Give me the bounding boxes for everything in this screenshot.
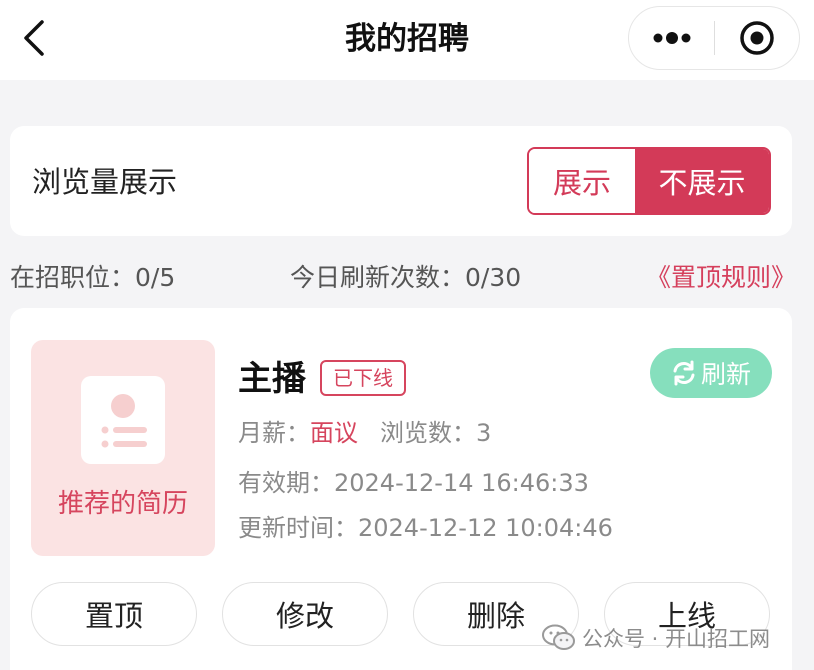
job-card: 推荐的简历 主播 已下线 刷新 月薪：面议 浏览数：3 有效期：2024-12-1…: [10, 308, 792, 670]
resume-card-icon: [81, 376, 165, 464]
status-badge: 已下线: [320, 360, 406, 396]
watermark: 公众号 · 开山招工网: [542, 618, 770, 658]
more-button[interactable]: [629, 6, 714, 70]
hide-option[interactable]: 不展示: [635, 149, 769, 213]
views-setting-card: 浏览量展示 展示 不展示: [10, 126, 792, 236]
views-count-label: 浏览数：: [380, 419, 476, 447]
stats-row: 在招职位：0/5 今日刷新次数：0/30 《置顶规则》: [0, 258, 814, 298]
views-setting-label: 浏览量展示: [32, 165, 178, 199]
updated-value: 2024-12-12 10:04:46: [358, 514, 613, 542]
valid-value: 2024-12-14 16:46:33: [334, 469, 589, 497]
valid-period-row: 有效期：2024-12-14 16:46:33: [238, 466, 589, 500]
mini-program-capsule: [628, 6, 800, 70]
pin-button[interactable]: 置顶: [31, 582, 197, 646]
salary-row: 月薪：面议 浏览数：3: [238, 416, 491, 450]
updated-label: 更新时间：: [238, 514, 358, 542]
salary-value: 面议: [310, 419, 358, 447]
salary-label: 月薪：: [238, 419, 310, 447]
more-dots-icon: [653, 32, 690, 44]
close-button[interactable]: [715, 6, 799, 70]
refresh-button[interactable]: 刷新: [650, 348, 772, 398]
nav-bar: 我的招聘: [0, 0, 814, 80]
recommended-resume-thumbnail[interactable]: 推荐的简历: [31, 340, 215, 556]
target-circle-icon: [740, 21, 774, 55]
refresh-count: 今日刷新次数：0/30: [290, 263, 522, 292]
edit-button[interactable]: 修改: [222, 582, 388, 646]
views-toggle: 展示 不展示: [527, 147, 771, 215]
updated-time-row: 更新时间：2024-12-12 10:04:46: [238, 511, 613, 545]
valid-label: 有效期：: [238, 469, 334, 497]
watermark-text: 公众号 · 开山招工网: [582, 627, 771, 651]
job-title: 主播: [238, 359, 306, 399]
pin-rules-link[interactable]: 《置顶规则》: [646, 258, 796, 298]
views-count-value: 3: [476, 419, 492, 447]
wechat-icon: [542, 624, 575, 650]
show-option[interactable]: 展示: [529, 149, 635, 213]
open-positions-count: 在招职位：0/5: [10, 263, 176, 292]
refresh-label: 刷新: [700, 360, 751, 389]
thumbnail-label: 推荐的简历: [57, 489, 188, 519]
refresh-cycle-icon: [673, 360, 695, 386]
